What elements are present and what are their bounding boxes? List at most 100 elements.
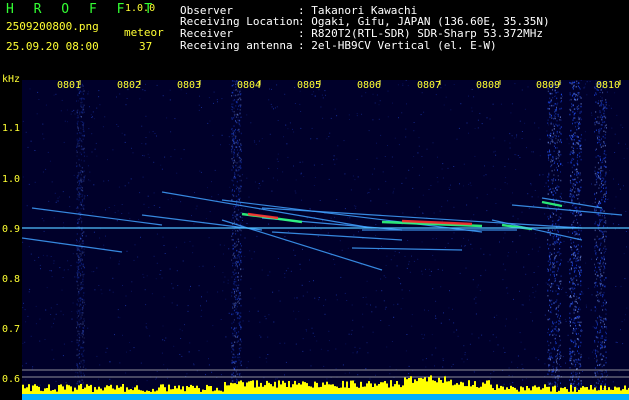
band-dot: [560, 126, 562, 128]
noise-dot: [376, 142, 377, 144]
band-dot: [80, 267, 82, 270]
band-dot: [80, 181, 82, 183]
band-dot: [547, 283, 549, 285]
band-dot: [597, 213, 599, 215]
band-dot: [604, 150, 606, 152]
band-dot: [577, 142, 579, 144]
band-dot: [83, 176, 85, 178]
band-dot: [80, 184, 82, 187]
level-bar: [548, 386, 550, 394]
band-dot: [240, 104, 242, 106]
noise-dot: [422, 194, 424, 196]
band-dot: [550, 141, 551, 143]
level-bar: [598, 390, 600, 394]
band-dot: [600, 175, 602, 177]
noise-dot: [142, 89, 144, 91]
noise-dot: [472, 279, 474, 281]
band-dot: [76, 321, 78, 323]
band-dot: [78, 194, 80, 196]
noise-dot: [299, 268, 301, 270]
band-dot: [595, 111, 597, 113]
band-dot: [81, 140, 83, 143]
noise-dot: [394, 137, 396, 139]
band-dot: [79, 318, 81, 320]
noise-dot: [156, 262, 158, 264]
band-dot: [550, 230, 551, 233]
band-dot: [232, 353, 234, 356]
band-dot: [571, 223, 573, 226]
band-dot: [240, 245, 242, 247]
noise-dot: [155, 378, 157, 380]
band-dot: [231, 103, 233, 105]
band-dot: [574, 178, 576, 181]
noise-dot: [62, 355, 64, 357]
band-dot: [558, 345, 560, 347]
noise-dot: [109, 289, 111, 291]
band-dot: [604, 230, 606, 232]
band-dot: [78, 92, 80, 94]
noise-dot: [372, 331, 374, 333]
band-dot: [576, 264, 577, 267]
band-dot: [555, 187, 557, 190]
noise-dot: [116, 220, 118, 222]
band-dot: [578, 143, 580, 145]
band-dot: [77, 143, 79, 145]
band-dot: [233, 166, 234, 169]
noise-dot: [493, 151, 495, 153]
band-dot: [232, 214, 234, 216]
band-dot: [599, 248, 601, 250]
noise-dot: [584, 139, 586, 141]
band-dot: [239, 157, 241, 160]
noise-dot: [126, 351, 127, 353]
band-dot: [80, 105, 82, 108]
noise-dot: [517, 218, 519, 220]
band-dot: [236, 153, 238, 155]
level-bar: [490, 384, 492, 394]
noise-dot: [159, 206, 161, 208]
noise-dot: [105, 351, 107, 353]
band-dot: [77, 259, 79, 261]
noise-dot: [129, 342, 131, 343]
band-dot: [76, 210, 78, 212]
band-dot: [560, 179, 562, 182]
noise-dot: [87, 93, 89, 95]
band-dot: [598, 100, 600, 102]
noise-dot: [489, 254, 491, 256]
level-bar: [600, 385, 602, 394]
level-bar: [102, 390, 104, 394]
band-dot: [83, 301, 85, 304]
noise-dot: [91, 151, 93, 153]
level-bar: [608, 387, 610, 394]
band-dot: [232, 99, 234, 102]
band-dot: [77, 109, 79, 111]
band-dot: [80, 233, 82, 235]
noise-dot: [474, 128, 476, 129]
noise-dot: [241, 208, 243, 210]
band-dot: [236, 272, 238, 274]
noise-dot: [484, 165, 485, 167]
band-dot: [595, 284, 597, 286]
noise-dot: [167, 368, 168, 370]
noise-dot: [618, 224, 620, 226]
band-dot: [603, 285, 605, 288]
band-dot: [578, 317, 580, 319]
level-bar: [520, 386, 522, 394]
band-dot: [231, 158, 233, 160]
noise-dot: [616, 114, 618, 116]
level-bar: [34, 384, 36, 394]
band-dot: [600, 173, 602, 176]
band-dot: [558, 287, 560, 289]
band-dot: [553, 259, 555, 261]
noise-dot: [334, 108, 336, 110]
noise-dot: [539, 155, 541, 157]
noise-dot: [294, 297, 295, 299]
level-bar: [68, 385, 70, 394]
level-bar: [56, 391, 58, 394]
band-dot: [237, 261, 239, 263]
band-dot: [77, 124, 79, 126]
band-dot: [599, 116, 601, 118]
band-dot: [579, 345, 581, 347]
band-dot: [579, 96, 581, 98]
band-dot: [597, 138, 599, 141]
band-dot: [235, 94, 237, 97]
